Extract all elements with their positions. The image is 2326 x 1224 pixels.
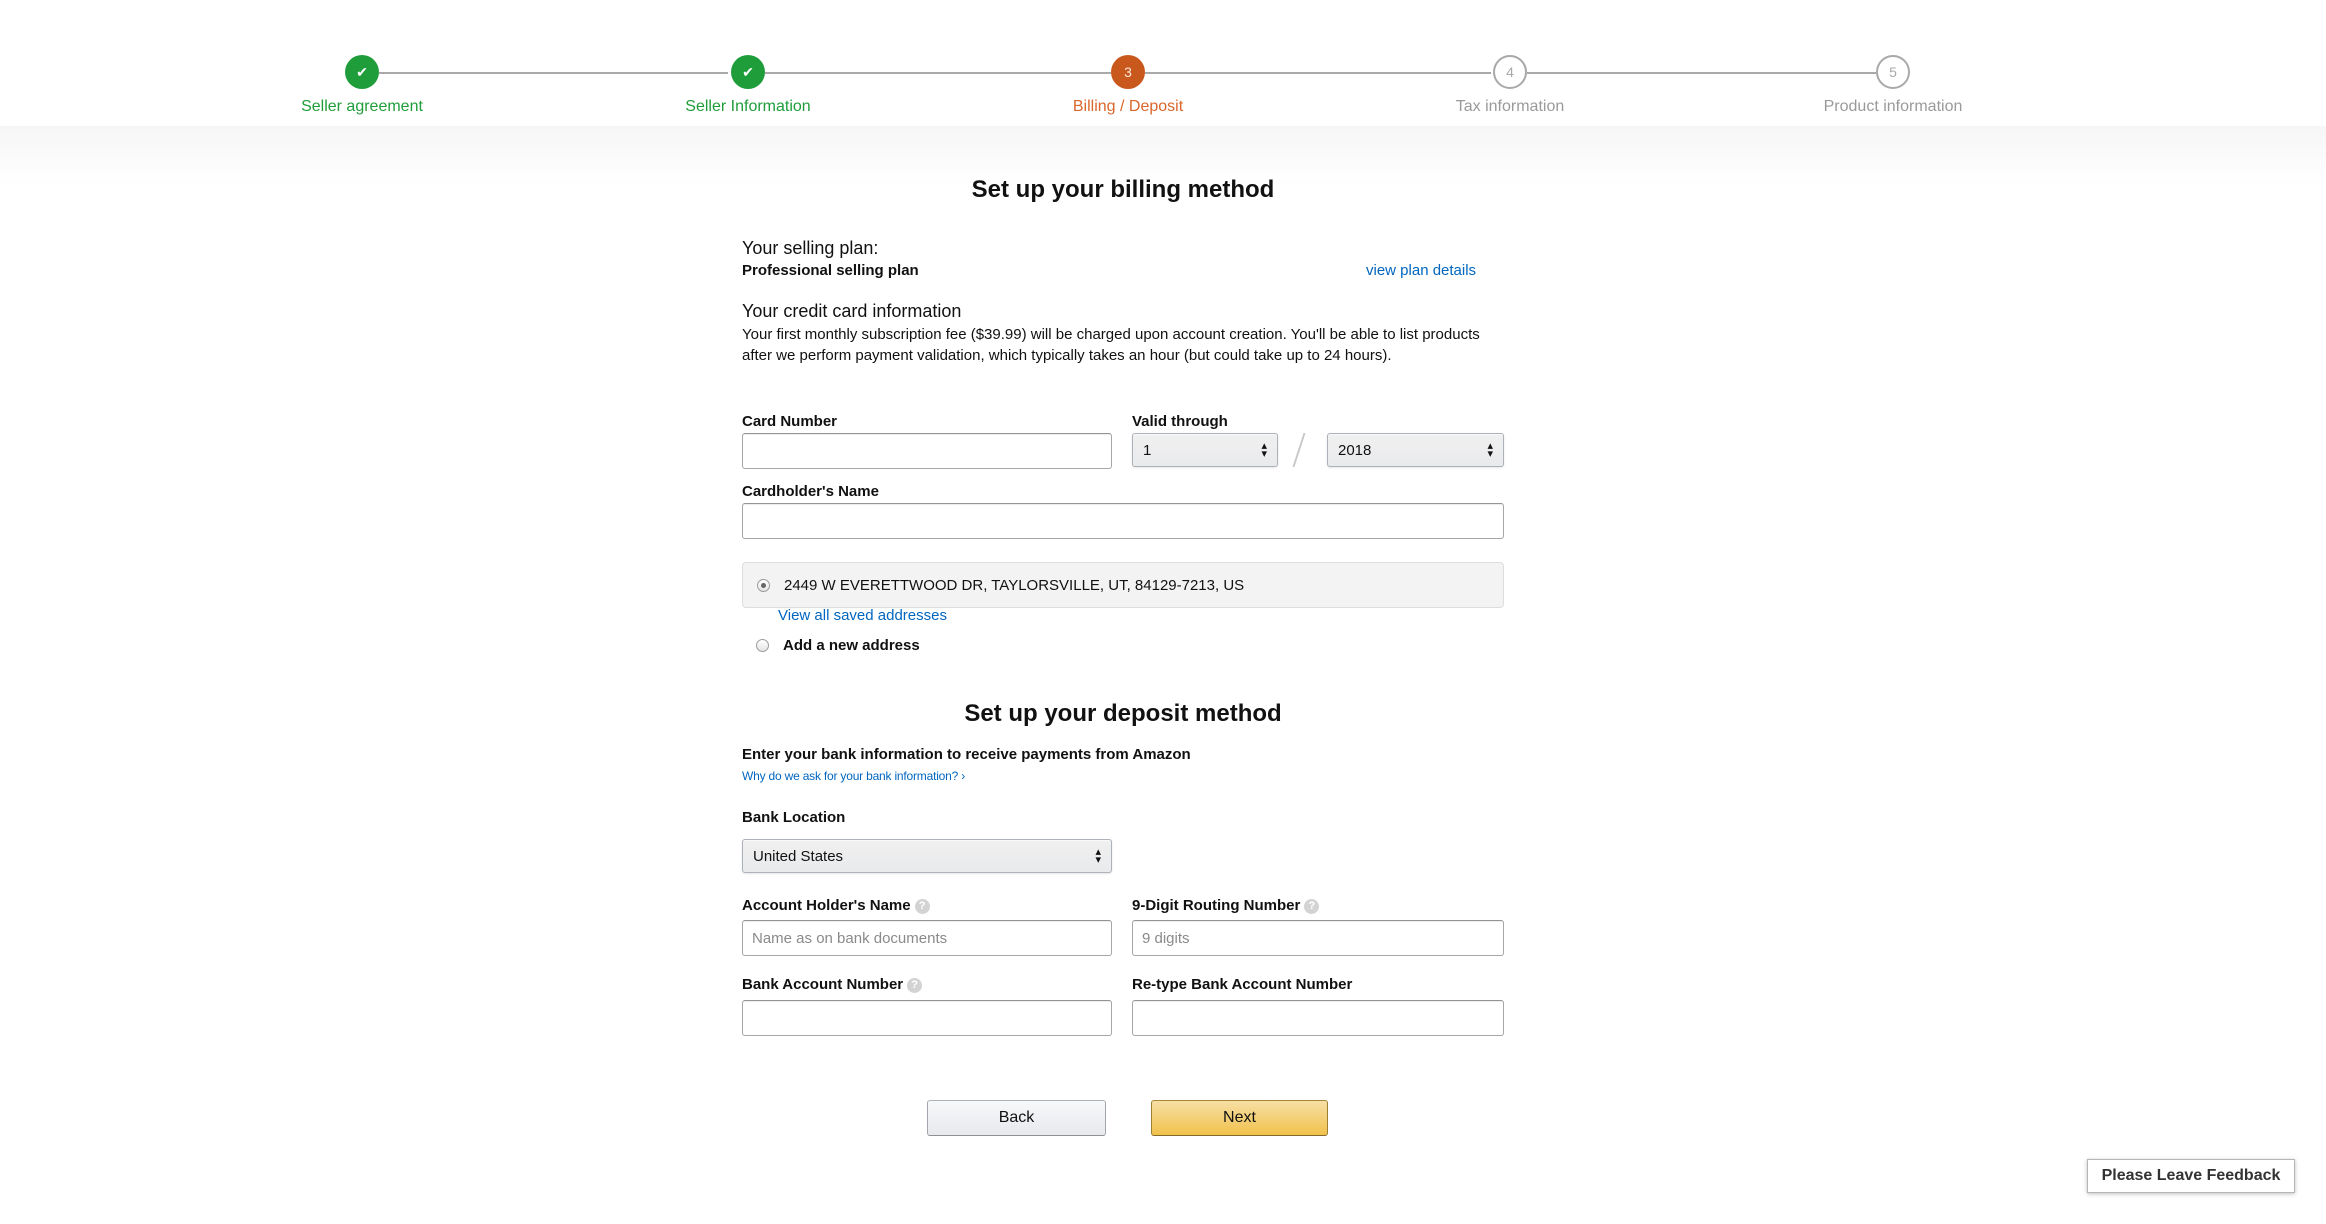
saved-address-option[interactable]: 2449 W EVERETTWOOD DR, TAYLORSVILLE, UT,… [742, 562, 1504, 608]
add-new-address-option[interactable]: Add a new address [756, 637, 920, 654]
saved-address-radio[interactable] [757, 578, 770, 592]
bank-info-intro: Enter your bank information to receive p… [742, 746, 1191, 763]
help-icon[interactable]: ? [914, 899, 930, 914]
check-icon: ✔ [345, 55, 379, 89]
step-tax-information: 4 Tax information [1360, 55, 1660, 116]
step-label: Product information [1823, 98, 1963, 115]
select-arrows-icon: ▴ ▾ [1095, 846, 1101, 866]
bank-account-number-label: Bank Account Number? [742, 976, 923, 993]
why-bank-info-link[interactable]: Why do we ask for your bank information?… [742, 769, 965, 783]
step-product-information: 5 Product information [1743, 55, 2043, 116]
card-number-label: Card Number [742, 413, 838, 430]
step-label: Tax information [1455, 98, 1565, 115]
step-label: Seller agreement [301, 98, 423, 115]
selling-plan-value: Professional selling plan [742, 262, 919, 279]
bank-account-number-label-text: Bank Account Number [742, 976, 904, 993]
saved-address-text: 2449 W EVERETTWOOD DR, TAYLORSVILLE, UT,… [784, 576, 1245, 594]
routing-number-label: 9-Digit Routing Number? [1132, 897, 1320, 914]
retype-account-number-input[interactable] [1132, 1000, 1504, 1036]
step-number: 4 [1493, 55, 1527, 89]
expiry-month-value: 1 [1143, 441, 1152, 459]
step-label: Billing / Deposit [1072, 98, 1184, 115]
view-saved-addresses-link[interactable]: View all saved addresses [778, 607, 947, 624]
card-number-input[interactable] [742, 433, 1112, 469]
routing-number-input[interactable] [1132, 920, 1504, 956]
add-address-label: Add a new address [783, 637, 920, 654]
retype-account-number-label: Re-type Bank Account Number [1132, 976, 1353, 993]
bank-location-select[interactable]: United States ▴ ▾ [742, 839, 1112, 873]
view-plan-details-link[interactable]: view plan details [1366, 262, 1476, 279]
select-arrows-icon: ▴ ▾ [1261, 440, 1267, 460]
step-number: 3 [1111, 55, 1145, 89]
bank-location-label: Bank Location [742, 809, 846, 826]
cardholder-name-input[interactable] [742, 503, 1504, 539]
help-icon[interactable]: ? [1304, 899, 1320, 914]
progress-stepper: ✔ Seller agreement ✔ Seller Information … [0, 0, 2326, 126]
next-button[interactable]: Next [1151, 1100, 1328, 1136]
bank-account-number-input[interactable] [742, 1000, 1112, 1036]
select-arrows-icon: ▴ ▾ [1487, 440, 1493, 460]
account-holder-label-text: Account Holder's Name [742, 897, 911, 914]
back-button[interactable]: Back [927, 1100, 1106, 1136]
routing-number-label-text: 9-Digit Routing Number [1132, 897, 1301, 914]
help-icon[interactable]: ? [907, 978, 923, 993]
step-seller-information[interactable]: ✔ Seller Information [598, 55, 898, 116]
account-holder-label: Account Holder's Name? [742, 897, 930, 914]
check-icon: ✔ [731, 55, 765, 89]
date-separator [1292, 433, 1306, 467]
credit-card-description: Your first monthly subscription fee ($39… [742, 326, 1480, 364]
expiry-month-select[interactable]: 1 ▴ ▾ [1132, 433, 1278, 467]
step-label: Seller Information [685, 98, 811, 115]
valid-through-label: Valid through [1132, 413, 1228, 430]
add-address-radio[interactable] [756, 639, 769, 652]
expiry-year-select[interactable]: 2018 ▴ ▾ [1327, 433, 1504, 467]
leave-feedback-button[interactable]: Please Leave Feedback [2087, 1159, 2295, 1193]
bank-location-value: United States [753, 847, 844, 865]
step-seller-agreement[interactable]: ✔ Seller agreement [212, 55, 512, 116]
account-holder-input[interactable] [742, 920, 1112, 956]
deposit-title: Set up your deposit method [964, 700, 1282, 727]
expiry-year-value: 2018 [1338, 441, 1372, 459]
cardholder-name-label: Cardholder's Name [742, 483, 879, 500]
credit-card-heading: Your credit card information [742, 301, 962, 321]
billing-title: Set up your billing method [971, 176, 1275, 203]
step-billing-deposit: 3 Billing / Deposit [978, 55, 1278, 116]
selling-plan-label: Your selling plan: [742, 238, 879, 258]
step-number: 5 [1876, 55, 1910, 89]
